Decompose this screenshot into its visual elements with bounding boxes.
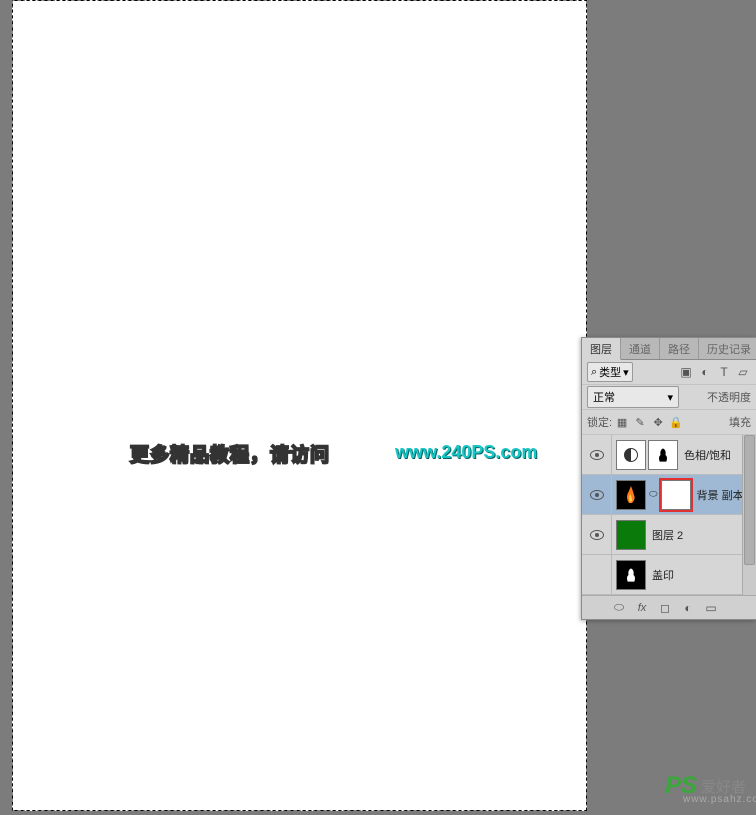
lock-transparency-icon[interactable]: ▦ (615, 416, 629, 429)
lock-all-icon[interactable]: 🔒 (669, 416, 683, 429)
layer-name: 图层 2 (652, 527, 683, 543)
tab-channels[interactable]: 通道 (621, 338, 660, 359)
lock-paint-icon[interactable]: ✎ (633, 416, 647, 429)
figure-icon (621, 563, 641, 587)
layer-name: 背景 副本 (697, 487, 744, 503)
layer-thumb[interactable] (616, 560, 646, 590)
layer-row-background-copy[interactable]: ⬭ 背景 副本 (582, 475, 756, 515)
chevron-down-icon: ▾ (623, 366, 629, 379)
layer-row-hue-saturation[interactable]: 色相/饱和 (582, 435, 756, 475)
lock-label: 锁定: (587, 414, 612, 430)
visibility-toggle[interactable] (582, 515, 612, 554)
opacity-label: 不透明度 (707, 389, 751, 405)
filter-pixel-icon[interactable]: ▣ (678, 364, 694, 380)
lock-position-icon[interactable]: ✥ (651, 416, 665, 429)
eye-icon (590, 490, 604, 500)
site-logo: PS 爱好者 www.psahz.com (665, 772, 746, 800)
layers-scroll-area: 色相/饱和 ⬭ 背景 副本 图层 2 (582, 435, 756, 595)
chevron-down-icon: ▾ (667, 391, 673, 404)
tab-paths[interactable]: 路径 (660, 338, 699, 359)
watermark-url: www.240PS.com (395, 442, 537, 463)
filter-row: ⌕ 类型 ▾ ▣ ◐ T ▱ (582, 360, 756, 385)
kind-filter[interactable]: ⌕ 类型 ▾ (587, 362, 633, 382)
layers-list: 色相/饱和 ⬭ 背景 副本 图层 2 (582, 435, 756, 595)
visibility-toggle[interactable] (582, 475, 612, 514)
panel-tabs: 图层 通道 路径 历史记录 (582, 338, 756, 360)
lock-row: 锁定: ▦ ✎ ✥ 🔒 填充 (582, 410, 756, 435)
layer-row-layer2[interactable]: 图层 2 (582, 515, 756, 555)
search-icon: ⌕ (591, 366, 597, 379)
scrollbar-thumb[interactable] (744, 435, 755, 565)
filter-adjust-icon[interactable]: ◐ (697, 364, 713, 380)
fill-label: 填充 (729, 414, 751, 430)
mask-thumb-highlighted[interactable] (661, 480, 691, 510)
link-layers-button[interactable]: ⬭ (612, 600, 626, 615)
blend-row: 正常 ▾ 不透明度 (582, 385, 756, 410)
layer-name: 盖印 (652, 567, 674, 583)
layers-panel: 图层 通道 路径 历史记录 ⌕ 类型 ▾ ▣ ◐ T ▱ 正常 ▾ 不透明度 锁… (581, 337, 756, 620)
flame-icon (619, 483, 643, 507)
link-icon[interactable]: ⬭ (648, 489, 659, 500)
layer-thumb[interactable] (616, 520, 646, 550)
layer-thumb[interactable] (616, 480, 646, 510)
watermark-text: 更多精品教程，请访问 (130, 440, 330, 467)
logo-domain: www.psahz.com (683, 794, 756, 805)
group-button[interactable]: ▭ (704, 601, 718, 615)
mask-thumb[interactable] (648, 440, 678, 470)
tab-layers[interactable]: 图层 (582, 338, 621, 360)
blend-mode-select[interactable]: 正常 ▾ (587, 386, 679, 408)
visibility-toggle[interactable] (582, 435, 612, 474)
layer-name: 色相/饱和 (684, 447, 731, 463)
filter-type-icons: ▣ ◐ T ▱ (678, 364, 751, 380)
blend-mode-value: 正常 (593, 389, 615, 405)
adjustment-button[interactable]: ◐ (681, 601, 695, 615)
document-canvas[interactable] (12, 0, 587, 811)
panel-footer: ⬭ fx ◻ ◐ ▭ (582, 595, 756, 619)
hue-sat-icon (624, 448, 638, 462)
kind-label: 类型 (599, 364, 621, 380)
visibility-toggle[interactable] (582, 555, 612, 594)
eye-icon (590, 450, 604, 460)
eye-icon (590, 530, 604, 540)
filter-shape-icon[interactable]: ▱ (735, 364, 751, 380)
lock-icons: ▦ ✎ ✥ 🔒 (615, 416, 683, 429)
filter-text-icon[interactable]: T (716, 364, 732, 380)
figure-mask-icon (653, 443, 673, 467)
tab-history[interactable]: 历史记录 (699, 338, 756, 359)
layers-scrollbar[interactable] (742, 435, 756, 595)
layer-row-stamp[interactable]: 盖印 (582, 555, 756, 595)
fx-button[interactable]: fx (635, 602, 649, 614)
mask-button[interactable]: ◻ (658, 601, 672, 615)
adjustment-thumb[interactable] (616, 440, 646, 470)
